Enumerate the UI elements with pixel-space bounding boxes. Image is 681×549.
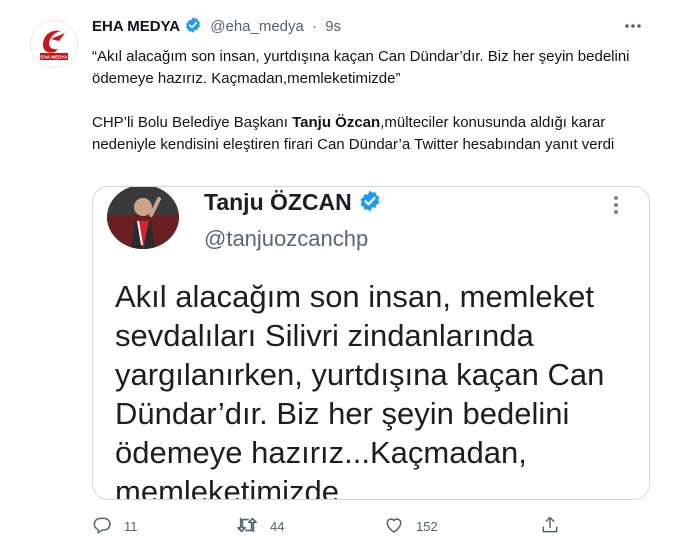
media-more-icon	[609, 193, 623, 217]
verified-badge-icon	[184, 16, 202, 40]
reply-count: 11	[124, 519, 138, 534]
logo-text: EHA MEDYA	[41, 55, 69, 60]
more-options-icon[interactable]	[622, 16, 644, 36]
share-button[interactable]	[540, 515, 560, 538]
author-name[interactable]: EHA MEDYA	[92, 18, 180, 35]
media-verified-badge-icon	[358, 189, 382, 219]
media-tweet-text: Akıl alacağım son insan, memleket sevdal…	[115, 279, 605, 500]
author-handle[interactable]: @eha_medya	[210, 18, 304, 35]
eha-medya-logo: EHA MEDYA	[32, 22, 76, 66]
media-author-name-text: Tanju ÖZCAN	[204, 189, 352, 215]
like-count: 152	[416, 519, 438, 534]
separator: ·	[312, 18, 318, 35]
retweet-count: 44	[270, 519, 285, 534]
media-author-name: Tanju ÖZCAN	[204, 189, 382, 219]
share-icon	[540, 515, 560, 538]
tweet-body: CHP’li Bolu Belediye Başkanı Tanju Özcan…	[92, 112, 662, 156]
tweet-text: “Akıl alacağım son insan, yurtdışına kaç…	[92, 46, 662, 156]
tweet-actions: 11 44 152	[92, 515, 572, 537]
media-avatar	[107, 187, 179, 249]
reply-icon	[92, 515, 112, 538]
tweet-time[interactable]: 9s	[325, 18, 341, 35]
retweet-icon	[236, 515, 258, 538]
like-button[interactable]: 152	[384, 515, 438, 538]
tweet[interactable]: EHA MEDYA EHA MEDYA @eha_medya · 9s “Akı…	[0, 0, 681, 549]
retweet-button[interactable]: 44	[236, 515, 284, 538]
author-avatar[interactable]: EHA MEDYA	[30, 20, 78, 68]
tweet-quote: “Akıl alacağım son insan, yurtdışına kaç…	[92, 48, 630, 87]
tweet-body-bold: Tanju Özcan	[292, 114, 381, 131]
tweet-media-image[interactable]: Tanju ÖZCAN @tanjuozcanchp Akıl alacağım…	[92, 186, 650, 500]
like-icon	[384, 515, 404, 538]
reply-button[interactable]: 11	[92, 515, 138, 538]
tweet-header: EHA MEDYA @eha_medya · 9s	[92, 16, 341, 40]
tweet-body-start: CHP’li Bolu Belediye Başkanı	[92, 114, 293, 131]
media-author-handle: @tanjuozcanchp	[204, 226, 369, 251]
